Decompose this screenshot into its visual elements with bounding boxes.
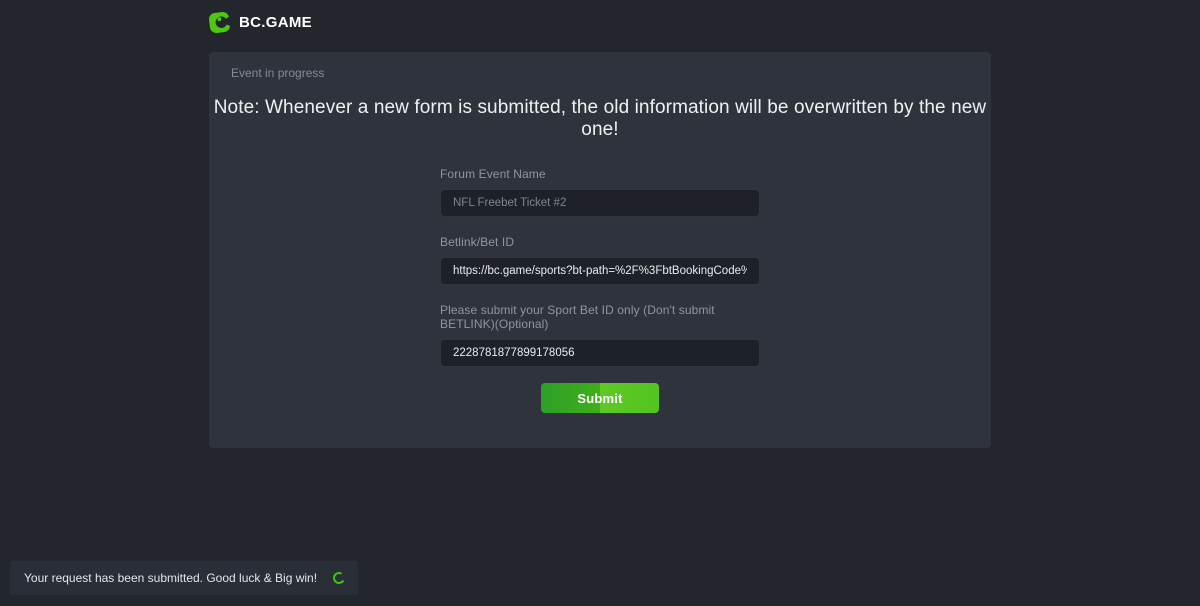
forum-event-name-field: Forum Event Name <box>440 167 760 217</box>
bc-game-logo-icon <box>208 11 231 34</box>
overwrite-note: Note: Whenever a new form is submitted, … <box>209 97 991 141</box>
loading-spinner-icon <box>332 571 347 586</box>
forum-event-name-label: Forum Event Name <box>440 167 760 181</box>
event-form-panel: Event in progress Note: Whenever a new f… <box>209 52 991 448</box>
betlink-bet-id-field: Betlink/Bet ID <box>440 235 760 285</box>
header: BC.GAME <box>0 0 1200 44</box>
sport-bet-id-field: Please submit your Sport Bet ID only (Do… <box>440 303 760 367</box>
sport-bet-id-input[interactable] <box>440 339 760 367</box>
betlink-bet-id-label: Betlink/Bet ID <box>440 235 760 249</box>
submit-row: Submit <box>440 383 760 413</box>
forum-event-name-input[interactable] <box>440 189 760 217</box>
event-status-text: Event in progress <box>209 66 991 80</box>
toast-message: Your request has been submitted. Good lu… <box>24 571 317 585</box>
brand-name: BC.GAME <box>239 14 312 31</box>
sport-bet-id-label: Please submit your Sport Bet ID only (Do… <box>440 303 760 331</box>
betlink-bet-id-input[interactable] <box>440 257 760 285</box>
brand-logo[interactable]: BC.GAME <box>208 11 312 34</box>
event-form: Forum Event Name Betlink/Bet ID Please s… <box>440 167 760 413</box>
submission-toast: Your request has been submitted. Good lu… <box>10 561 358 595</box>
submit-button[interactable]: Submit <box>541 383 659 413</box>
